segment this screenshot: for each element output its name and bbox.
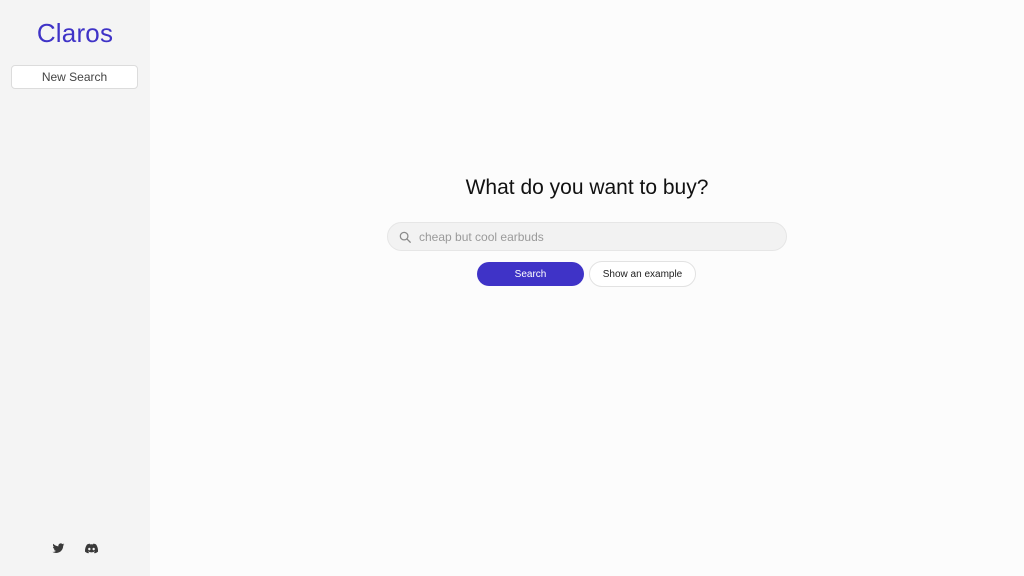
page-title: What do you want to buy? — [465, 176, 709, 199]
search-button[interactable]: Search — [477, 262, 584, 286]
search-input[interactable] — [419, 223, 774, 250]
main-content: What do you want to buy? Search Show an … — [150, 0, 1024, 576]
discord-icon — [85, 543, 98, 554]
search-bar[interactable] — [387, 222, 787, 251]
discord-link[interactable] — [85, 542, 98, 555]
twitter-link[interactable] — [52, 542, 65, 555]
logo[interactable]: Claros — [0, 18, 150, 49]
search-icon — [398, 230, 412, 244]
sidebar: Claros New Search — [0, 0, 150, 576]
social-links — [0, 542, 150, 555]
show-example-button[interactable]: Show an example — [589, 261, 696, 287]
new-search-button[interactable]: New Search — [11, 65, 138, 89]
twitter-icon — [52, 543, 65, 553]
